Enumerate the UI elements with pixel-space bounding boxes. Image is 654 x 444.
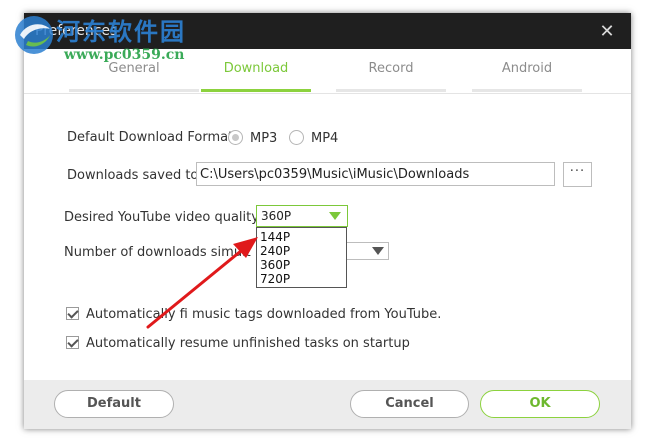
format-label: Default Download Format:	[67, 130, 238, 145]
quality-option-144p[interactable]: 144P	[257, 230, 346, 244]
simultaneous-label: Number of downloads simult	[64, 245, 251, 260]
browse-folder-button[interactable]: ···	[563, 162, 592, 187]
saved-to-label: Downloads saved to:	[67, 168, 203, 183]
watermark-url: www.pc0359.cn	[64, 47, 185, 63]
radio-mp4[interactable]	[289, 130, 304, 145]
quality-option-720p[interactable]: 720P	[257, 272, 346, 286]
resume-label-b: resume unfinished tasks on startup	[179, 336, 410, 351]
tab-record[interactable]: Record	[336, 61, 446, 92]
resume-label[interactable]: Automatically resume unfinished tasks on…	[86, 336, 410, 351]
fix-tags-label-a: Automatically fi	[86, 307, 188, 322]
cancel-button[interactable]: Cancel	[350, 390, 469, 418]
preferences-content: General Download Record Android Default …	[24, 49, 631, 380]
fix-tags-label[interactable]: Automatically fi music tags downloaded f…	[86, 307, 441, 322]
radio-mp3-label[interactable]: MP3	[250, 131, 277, 146]
tab-android-label: Android	[501, 61, 553, 76]
close-icon[interactable]: ✕	[596, 21, 618, 43]
tab-record-underline	[336, 89, 446, 92]
chevron-down-icon	[329, 212, 341, 220]
tab-general-label: General	[108, 61, 160, 76]
tab-android[interactable]: Android	[472, 61, 582, 92]
quality-selected-value: 360P	[261, 209, 292, 223]
quality-label: Desired YouTube video quality:	[64, 210, 263, 225]
quality-dropdown-list: 144P 240P 360P 720P	[256, 227, 347, 288]
watermark-logo-icon	[15, 16, 53, 54]
tab-download-label: Download	[223, 61, 289, 76]
resume-checkbox[interactable]	[66, 336, 79, 349]
tab-general-underline	[69, 89, 199, 92]
tab-record-label: Record	[368, 61, 414, 76]
quality-select[interactable]: 360P	[256, 205, 348, 227]
chevron-down-icon	[372, 247, 384, 255]
watermark-site-name: 河东软件园	[56, 17, 186, 46]
resume-label-a: Automatically	[86, 336, 180, 351]
ok-button[interactable]: OK	[480, 390, 600, 418]
quality-option-360p[interactable]: 360P	[257, 258, 346, 272]
preferences-window: Preferences ✕ General Download Record An…	[15, 13, 631, 429]
tab-download[interactable]: Download	[201, 61, 311, 92]
tab-android-underline	[472, 89, 582, 92]
radio-mp3[interactable]	[228, 130, 243, 145]
tab-general[interactable]: General	[69, 61, 199, 92]
simultaneous-label-text: Number of downloads simult	[64, 245, 251, 260]
fix-tags-label-b: music tags downloaded from YouTube.	[187, 307, 442, 322]
radio-mp4-label[interactable]: MP4	[311, 131, 338, 146]
dialog-footer: Default Cancel OK	[24, 380, 631, 429]
download-path-field[interactable]: C:\Users\pc0359\Music\iMusic\Downloads	[196, 162, 555, 186]
default-button[interactable]: Default	[54, 390, 174, 418]
fix-tags-checkbox[interactable]	[66, 307, 79, 320]
simultaneous-downloads-select[interactable]	[347, 242, 389, 260]
quality-option-240p[interactable]: 240P	[257, 244, 346, 258]
tab-download-underline	[201, 89, 311, 92]
